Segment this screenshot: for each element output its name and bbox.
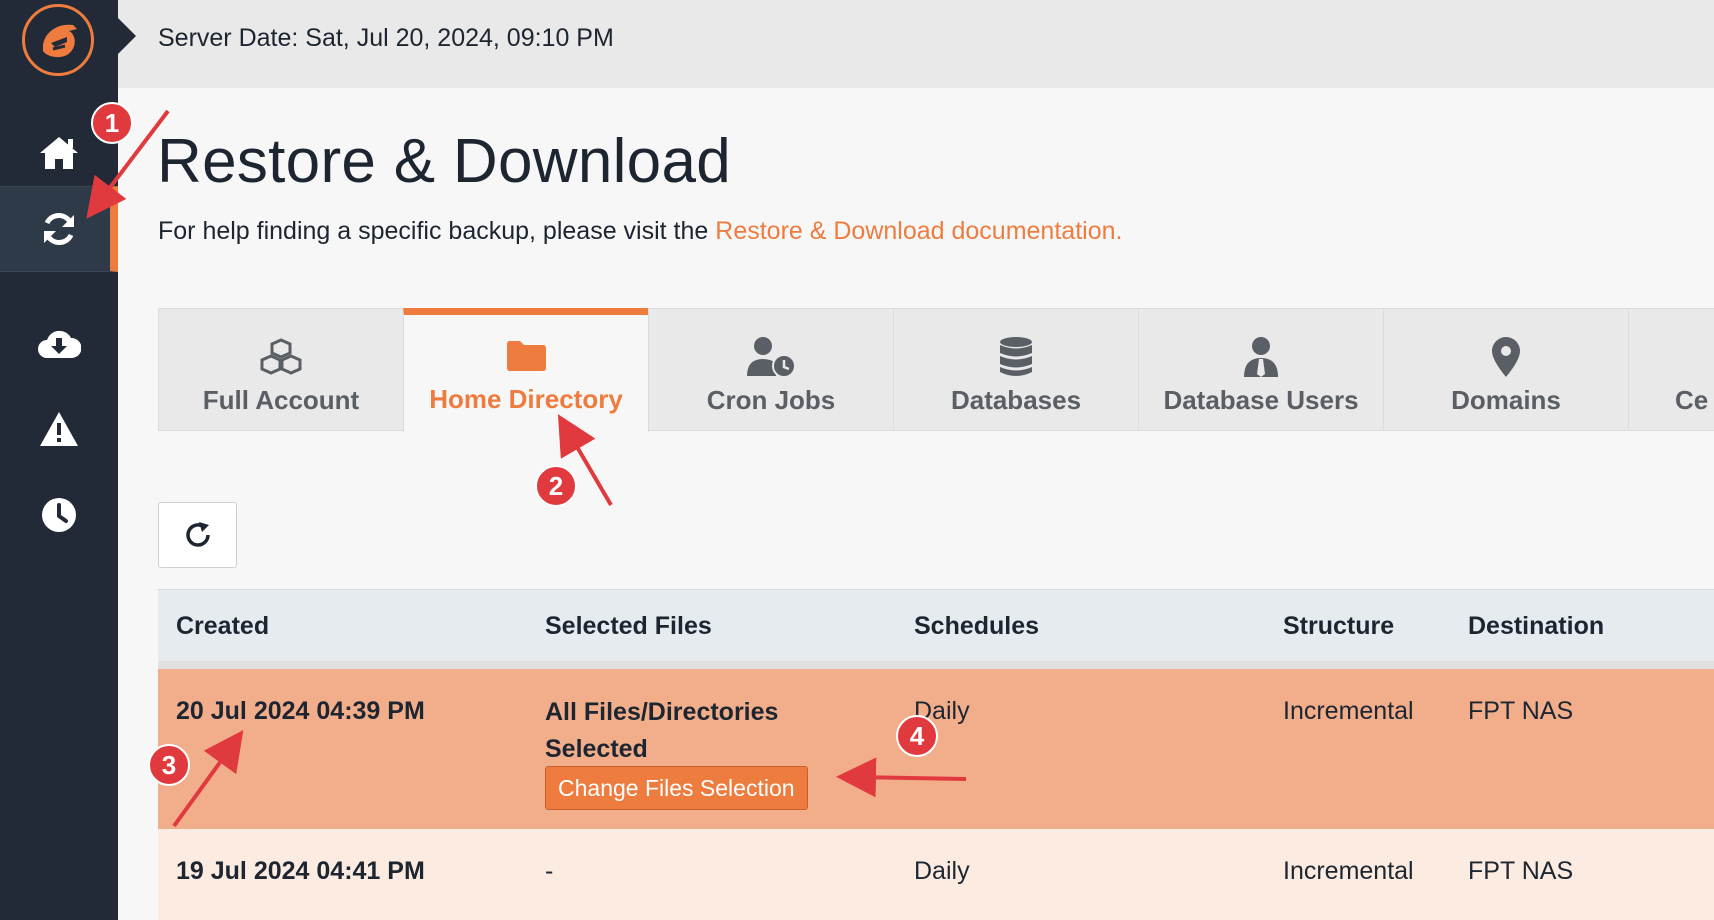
sidebar-item-history[interactable] (0, 472, 118, 558)
tab-full-account[interactable]: Full Account (158, 308, 404, 431)
cubes-icon (260, 338, 302, 375)
home-icon (40, 137, 78, 169)
cell-destination: FPT NAS (1468, 697, 1574, 725)
tab-label: Cron Jobs (706, 385, 836, 415)
topbar-pointer (118, 18, 136, 54)
cell-destination: FPT NAS (1468, 857, 1574, 885)
page-title: Restore & Download (157, 127, 732, 196)
annotation-badge-2: 2 (535, 465, 577, 507)
documentation-link[interactable]: Restore & Download documentation. (715, 217, 1122, 245)
server-date: Server Date: Sat, Jul 20, 2024, 09:10 PM (158, 24, 614, 52)
header-divider (158, 661, 1714, 669)
tab-label: Database Users (1163, 385, 1359, 415)
clock-icon (42, 498, 76, 532)
logo-icon (43, 24, 77, 58)
warning-icon (40, 412, 78, 446)
annotation-badge-3: 3 (148, 744, 190, 786)
tab-database-users[interactable]: Database Users (1138, 308, 1384, 431)
sync-icon (44, 213, 74, 245)
tab-home-directory[interactable]: Home Directory (403, 308, 649, 432)
user-tie-icon (1244, 337, 1278, 377)
annotation-badge-4: 4 (896, 715, 938, 757)
logo[interactable] (22, 4, 94, 76)
change-files-selection-button[interactable]: Change Files Selection (545, 766, 808, 810)
database-icon (1000, 337, 1032, 376)
column-selected-files[interactable]: Selected Files (545, 612, 712, 641)
backup-type-tabs: Full Account Home Directory Cron Jobs Da… (158, 308, 1714, 432)
cell-created: 20 Jul 2024 04:39 PM (176, 697, 425, 725)
column-created[interactable]: Created (176, 612, 269, 641)
sidebar-item-restore[interactable] (0, 186, 118, 272)
tab-label: Full Account (202, 385, 360, 415)
column-destination[interactable]: Destination (1468, 612, 1604, 641)
cloud-download-icon (38, 330, 81, 358)
tab-databases[interactable]: Databases (893, 308, 1139, 431)
cell-selected-files: All Files/Directories Selected (545, 698, 779, 763)
annotation-badge-1: 1 (91, 102, 133, 144)
tab-label: Ce (1675, 385, 1709, 415)
table-row[interactable]: 20 Jul 2024 04:39 PM All Files/Directori… (158, 669, 1714, 829)
cell-created: 19 Jul 2024 04:41 PM (176, 857, 425, 885)
column-structure[interactable]: Structure (1283, 612, 1394, 641)
cell-selected-files: - (545, 857, 554, 885)
tab-domains[interactable]: Domains (1383, 308, 1629, 431)
help-text: For help finding a specific backup, plea… (158, 217, 1122, 246)
help-text-prefix: For help finding a specific backup, plea… (158, 217, 716, 245)
tab-label: Databases (950, 385, 1082, 415)
tab-cron-jobs[interactable]: Cron Jobs (648, 308, 894, 431)
sidebar-item-alerts[interactable] (0, 386, 118, 472)
sidebar-item-download[interactable] (0, 300, 118, 386)
table-row[interactable]: 19 Jul 2024 04:41 PM - Daily Incremental… (158, 829, 1714, 920)
table-header: Created Selected Files Schedules Structu… (158, 589, 1714, 661)
tab-certificates-partial[interactable]: Ce (1628, 308, 1714, 431)
tab-label: Domains (1451, 385, 1561, 415)
user-clock-icon (747, 337, 796, 378)
folder-icon (507, 341, 546, 371)
refresh-icon (185, 522, 210, 547)
column-schedules[interactable]: Schedules (914, 612, 1039, 641)
refresh-button[interactable] (158, 502, 237, 568)
backups-table: Created Selected Files Schedules Structu… (158, 589, 1714, 920)
tab-label: Home Directory (429, 384, 623, 414)
cell-schedules: Daily (914, 857, 970, 885)
cell-structure: Incremental (1283, 857, 1414, 885)
map-marker-icon (1492, 337, 1520, 377)
cell-structure: Incremental (1283, 697, 1414, 725)
